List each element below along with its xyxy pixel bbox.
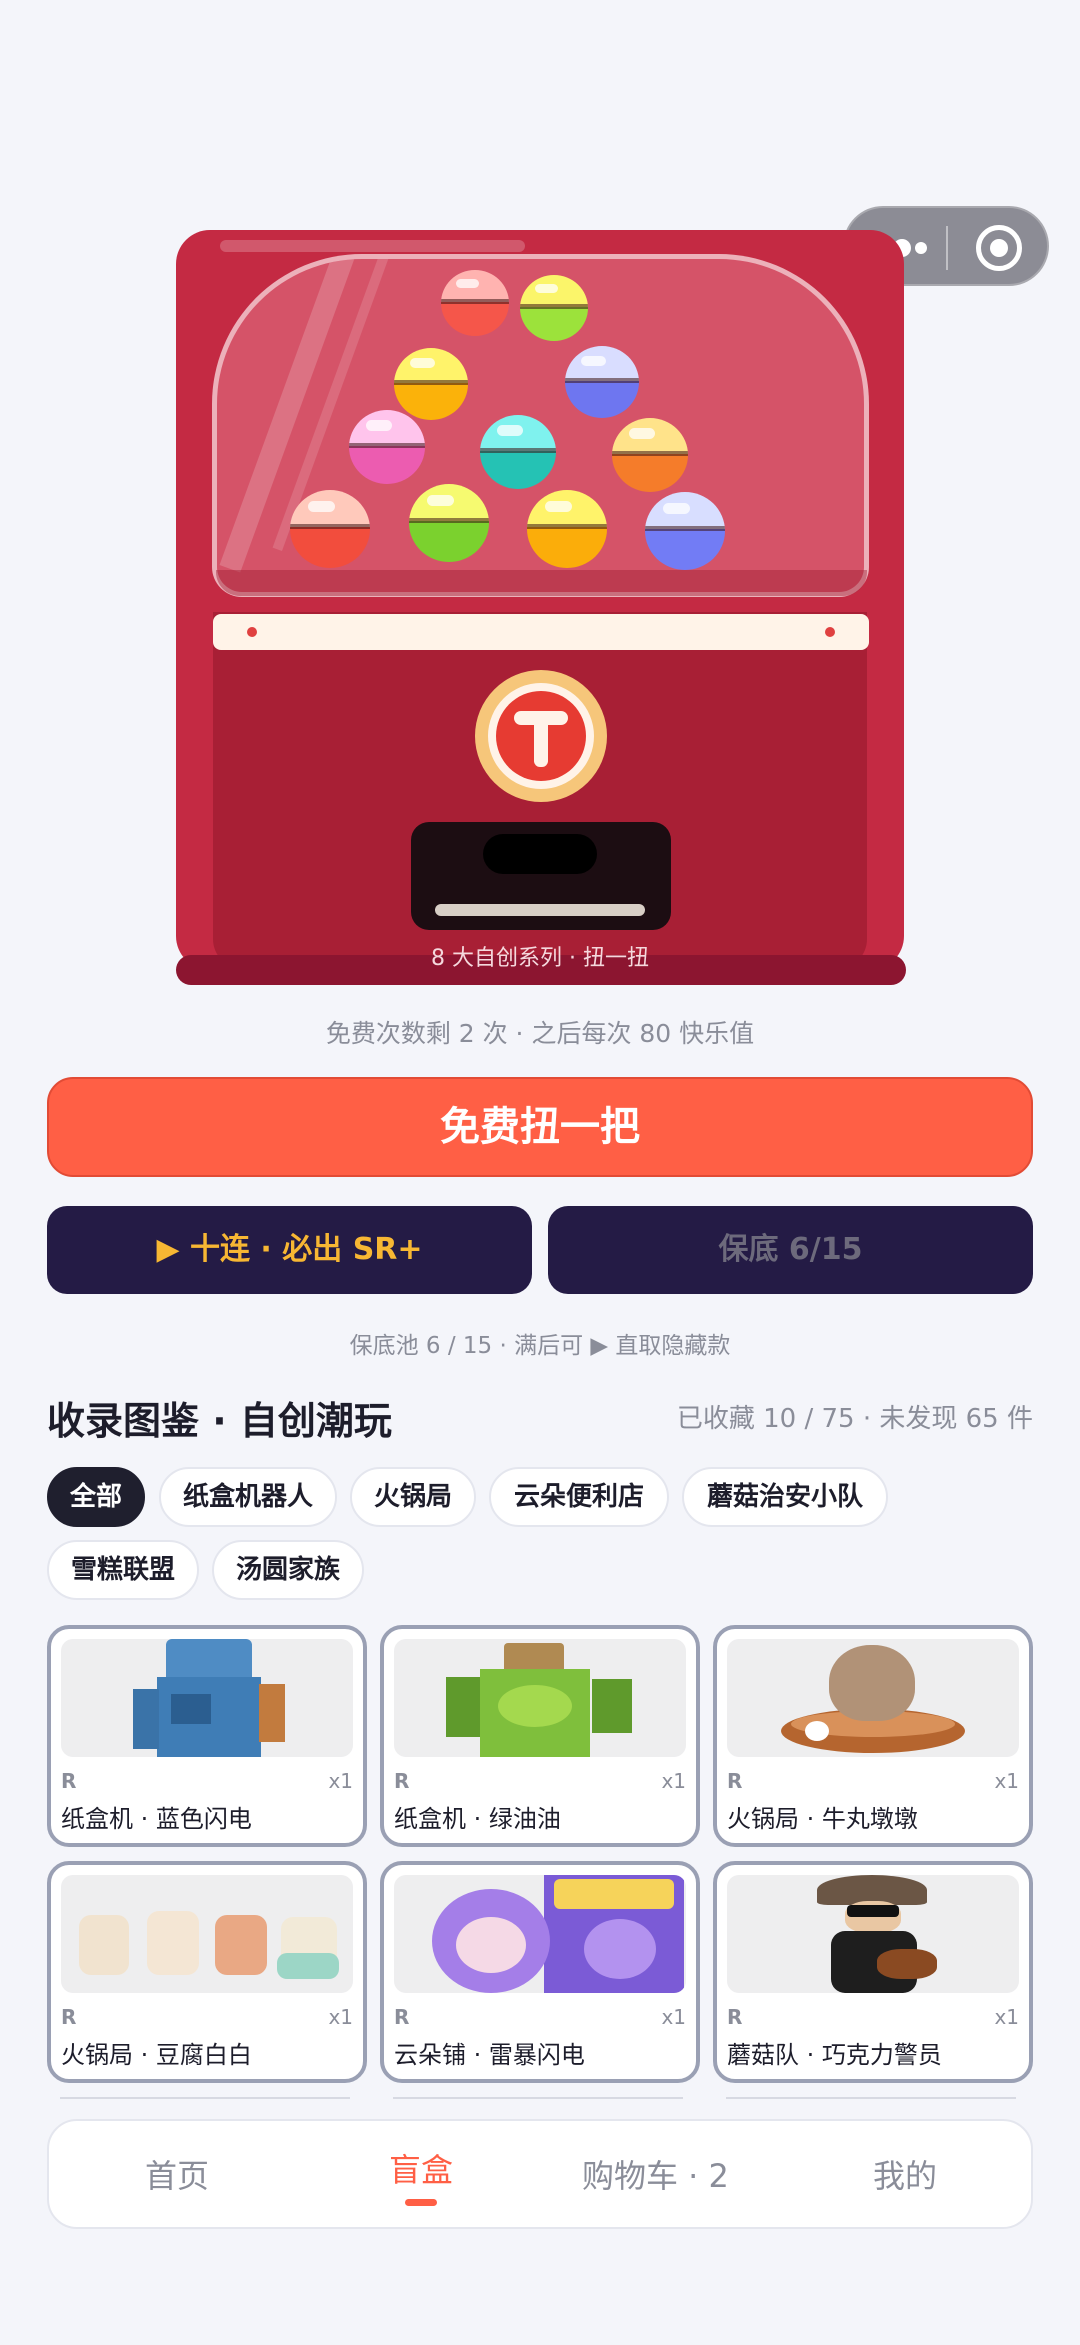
quantity-label: x1 (661, 2005, 686, 2029)
item-name: 蘑菇队 · 巧克力警员 (727, 2041, 942, 2069)
close-miniprogram-icon[interactable] (976, 225, 1022, 271)
capsule-ball (480, 415, 556, 489)
rarity-label: R (394, 1769, 410, 1793)
guarantee-button[interactable]: 保底 6/15 (548, 1206, 1033, 1294)
filter-chip-icecream[interactable]: 雪糕联盟 (47, 1540, 199, 1600)
capsule-ball (290, 490, 370, 568)
capsule-divider (946, 226, 948, 270)
capsule-ball (520, 275, 588, 341)
item-name: 纸盒机 · 蓝色闪电 (61, 1805, 252, 1833)
filter-chip-carton-robot[interactable]: 纸盒机器人 (159, 1467, 337, 1527)
capsule-ball (527, 490, 607, 568)
mushroom-guitarist-icon (727, 1875, 1019, 1993)
next-row-edge (60, 2097, 350, 2099)
green-carton-robot-icon (394, 1639, 686, 1757)
next-row-edge (726, 2097, 1016, 2099)
tab-blindbox[interactable]: 盲盒 (389, 2145, 453, 2191)
blue-box-robot-icon (61, 1639, 353, 1757)
capsule-ball (349, 410, 425, 484)
meatball-hotpot-icon (727, 1639, 1019, 1757)
collection-stats: 已收藏 10 / 75 · 未发现 65 件 (676, 1404, 1033, 1434)
item-name: 火锅局 · 豆腐白白 (61, 2041, 252, 2069)
capsule-ball (612, 418, 688, 492)
guarantee-note: 保底池 6 / 15 · 满后可 ▶ 直取隐藏款 (349, 1333, 731, 1359)
filter-chip-cloud-store[interactable]: 云朵便利店 (489, 1467, 669, 1527)
tab-home[interactable]: 首页 (145, 2151, 209, 2197)
quantity-label: x1 (328, 2005, 353, 2029)
next-row-edge (393, 2097, 683, 2099)
tab-mine[interactable]: 我的 (873, 2151, 937, 2197)
tab-cart[interactable]: 购物车 · 2 (582, 2151, 729, 2197)
capsule-ball (565, 346, 639, 418)
filter-chip-hotpot[interactable]: 火锅局 (350, 1467, 476, 1527)
item-name: 云朵铺 · 雷暴闪电 (394, 2041, 585, 2069)
capsule-outlet (411, 822, 671, 930)
machine-panel-bar (213, 614, 869, 650)
collection-card[interactable]: R x1 纸盒机 · 蓝色闪电 (47, 1625, 367, 1847)
machine-label: 8 大自创系列 · 扭一扭 (431, 946, 649, 971)
purple-cloud-sprite-icon (394, 1875, 686, 1993)
quantity-label: x1 (994, 1769, 1019, 1793)
collection-card[interactable]: R x1 云朵铺 · 雷暴闪电 (380, 1861, 700, 2083)
filter-chip-all[interactable]: 全部 (47, 1467, 145, 1527)
twist-knob-icon[interactable] (475, 670, 607, 802)
free-count-note: 免费次数剩 2 次 · 之后每次 80 快乐值 (325, 1019, 755, 1048)
collection-card[interactable]: R x1 火锅局 · 豆腐白白 (47, 1861, 367, 2083)
rarity-label: R (727, 2005, 743, 2029)
collection-card[interactable]: R x1 火锅局 · 牛丸墩墩 (713, 1625, 1033, 1847)
bottom-tab-bar: 首页 盲盒 购物车 · 2 我的 (47, 2119, 1033, 2229)
capsule-ball (645, 492, 725, 570)
rarity-label: R (727, 1769, 743, 1793)
rarity-label: R (61, 1769, 77, 1793)
rarity-label: R (61, 2005, 77, 2029)
tofu-figures-icon (61, 1875, 353, 1993)
capsule-ball (441, 270, 509, 336)
collection-title: 收录图鉴 · 自创潮玩 (47, 1399, 392, 1443)
item-name: 纸盒机 · 绿油油 (394, 1805, 561, 1833)
rarity-label: R (394, 2005, 410, 2029)
dome-shelf (216, 570, 867, 596)
item-name: 火锅局 · 牛丸墩墩 (727, 1805, 918, 1833)
quantity-label: x1 (661, 1769, 686, 1793)
active-tab-indicator (405, 2199, 437, 2206)
ten-spin-button[interactable]: ▶ 十连 · 必出 SR+ (47, 1206, 532, 1294)
collection-card[interactable]: R x1 纸盒机 · 绿油油 (380, 1625, 700, 1847)
filter-chip-mushroom-squad[interactable]: 蘑菇治安小队 (682, 1467, 888, 1527)
free-spin-button[interactable]: 免费扭一把 (47, 1077, 1033, 1177)
quantity-label: x1 (994, 2005, 1019, 2029)
capsule-ball (409, 484, 489, 562)
quantity-label: x1 (328, 1769, 353, 1793)
filter-chip-tangyuan[interactable]: 汤圆家族 (212, 1540, 364, 1600)
machine-highlight (220, 240, 525, 252)
collection-card[interactable]: R x1 蘑菇队 · 巧克力警员 (713, 1861, 1033, 2083)
